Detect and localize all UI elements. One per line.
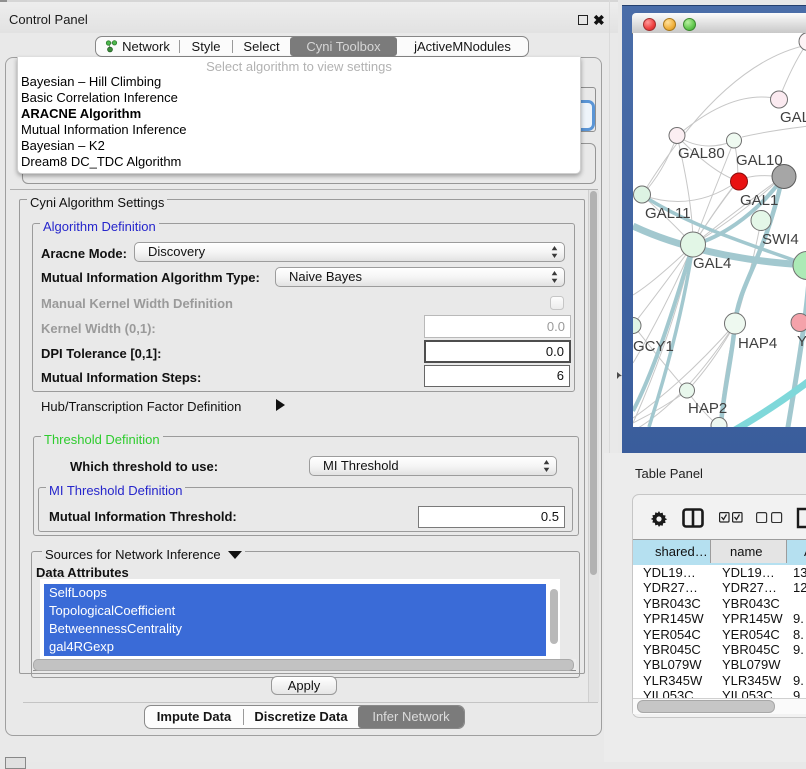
svg-text:GAL11: GAL11 <box>645 205 691 222</box>
svg-text:GAL1: GAL1 <box>740 192 778 209</box>
svg-text:Y: Y <box>797 333 806 350</box>
svg-text:GAL: GAL <box>780 109 806 126</box>
svg-text:HAP4: HAP4 <box>738 335 777 352</box>
svg-text:GAL80: GAL80 <box>678 145 725 162</box>
svg-text:HAP2: HAP2 <box>688 400 727 417</box>
svg-text:SWI4: SWI4 <box>762 231 799 248</box>
svg-text:GCY1: GCY1 <box>633 338 674 355</box>
svg-text:GAL4: GAL4 <box>693 255 731 272</box>
svg-text:GAL10: GAL10 <box>736 152 783 169</box>
